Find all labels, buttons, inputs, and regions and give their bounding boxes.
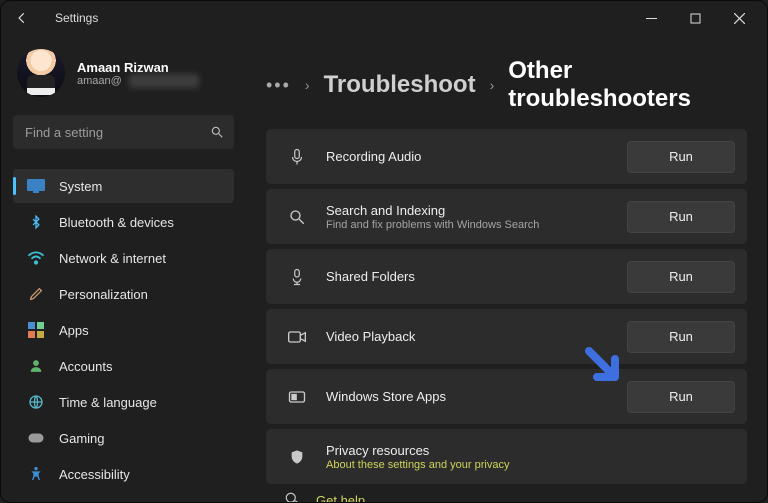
gaming-icon <box>27 429 45 447</box>
close-button[interactable] <box>717 3 761 33</box>
shield-icon <box>282 448 312 466</box>
globe-icon <box>27 393 45 411</box>
sidebar-item-personalization[interactable]: Personalization <box>13 277 234 311</box>
sidebar-item-label: Accessibility <box>59 467 130 482</box>
card-title: Windows Store Apps <box>326 389 627 404</box>
sidebar-item-label: Accounts <box>59 359 112 374</box>
card-subtitle: About these settings and your privacy <box>326 459 735 471</box>
sidebar: Amaan Rizwan amaan@ System Bluetooth & <box>1 35 246 502</box>
sidebar-item-gaming[interactable]: Gaming <box>13 421 234 455</box>
profile-email: amaan@ <box>77 75 169 87</box>
card-title: Privacy resources <box>326 443 735 458</box>
share-icon <box>282 267 312 287</box>
profile-name: Amaan Rizwan <box>77 60 169 75</box>
person-icon <box>27 357 45 375</box>
brush-icon <box>27 285 45 303</box>
store-icon <box>282 389 312 405</box>
back-button[interactable] <box>15 11 35 25</box>
run-button[interactable]: Run <box>627 261 735 293</box>
sidebar-item-label: Apps <box>59 323 89 338</box>
apps-icon <box>27 321 45 339</box>
display-icon <box>27 177 45 195</box>
main: ••• › Troubleshoot › Other troubleshoote… <box>246 35 767 502</box>
sidebar-item-privacy[interactable]: Privacy & security <box>13 493 234 502</box>
card-title: Shared Folders <box>326 269 627 284</box>
shield-icon <box>27 501 45 502</box>
sidebar-item-accounts[interactable]: Accounts <box>13 349 234 383</box>
troubleshooter-windows-store: Windows Store Apps Run <box>266 369 747 424</box>
get-help-link[interactable]: Get help <box>266 489 747 502</box>
accessibility-icon <box>27 465 45 483</box>
chevron-right-icon: › <box>490 77 495 93</box>
card-title: Video Playback <box>326 329 627 344</box>
minimize-button[interactable] <box>629 3 673 33</box>
run-button[interactable]: Run <box>627 381 735 413</box>
maximize-button[interactable] <box>673 3 717 33</box>
bluetooth-icon <box>27 213 45 231</box>
breadcrumb-current: Other troubleshooters <box>508 57 747 113</box>
sidebar-item-network[interactable]: Network & internet <box>13 241 234 275</box>
run-button[interactable]: Run <box>627 141 735 173</box>
mic-icon <box>282 146 312 168</box>
breadcrumb: ••• › Troubleshoot › Other troubleshoote… <box>266 57 747 113</box>
card-title: Search and Indexing <box>326 203 627 218</box>
run-button[interactable]: Run <box>627 201 735 233</box>
card-subtitle: Find and fix problems with Windows Searc… <box>326 219 627 231</box>
privacy-resources[interactable]: Privacy resources About these settings a… <box>266 429 747 484</box>
breadcrumb-parent[interactable]: Troubleshoot <box>324 71 476 99</box>
sidebar-item-time[interactable]: Time & language <box>13 385 234 419</box>
sidebar-item-label: Network & internet <box>59 251 166 266</box>
troubleshooter-search-indexing: Search and Indexing Find and fix problem… <box>266 189 747 244</box>
window-title: Settings <box>55 11 98 25</box>
card-title: Recording Audio <box>326 149 627 164</box>
sidebar-item-bluetooth[interactable]: Bluetooth & devices <box>13 205 234 239</box>
troubleshooter-recording-audio: Recording Audio Run <box>266 129 747 184</box>
sidebar-item-label: Bluetooth & devices <box>59 215 174 230</box>
search-icon <box>282 208 312 226</box>
troubleshooter-shared-folders: Shared Folders Run <box>266 249 747 304</box>
profile[interactable]: Amaan Rizwan amaan@ <box>13 45 234 111</box>
run-button[interactable]: Run <box>627 321 735 353</box>
troubleshooter-video-playback: Video Playback Run <box>266 309 747 364</box>
titlebar: Settings <box>1 1 767 35</box>
sidebar-item-label: Gaming <box>59 431 105 446</box>
sidebar-item-apps[interactable]: Apps <box>13 313 234 347</box>
avatar <box>17 49 65 97</box>
sidebar-item-label: Time & language <box>59 395 157 410</box>
breadcrumb-overflow[interactable]: ••• <box>266 75 291 96</box>
help-icon <box>284 491 302 502</box>
chevron-right-icon: › <box>305 77 310 93</box>
sidebar-item-system[interactable]: System <box>13 169 234 203</box>
search-input[interactable] <box>13 115 234 149</box>
sidebar-item-label: System <box>59 179 102 194</box>
help-label: Get help <box>316 493 365 503</box>
sidebar-item-label: Personalization <box>59 287 148 302</box>
video-icon <box>282 329 312 345</box>
wifi-icon <box>27 249 45 267</box>
sidebar-item-accessibility[interactable]: Accessibility <box>13 457 234 491</box>
